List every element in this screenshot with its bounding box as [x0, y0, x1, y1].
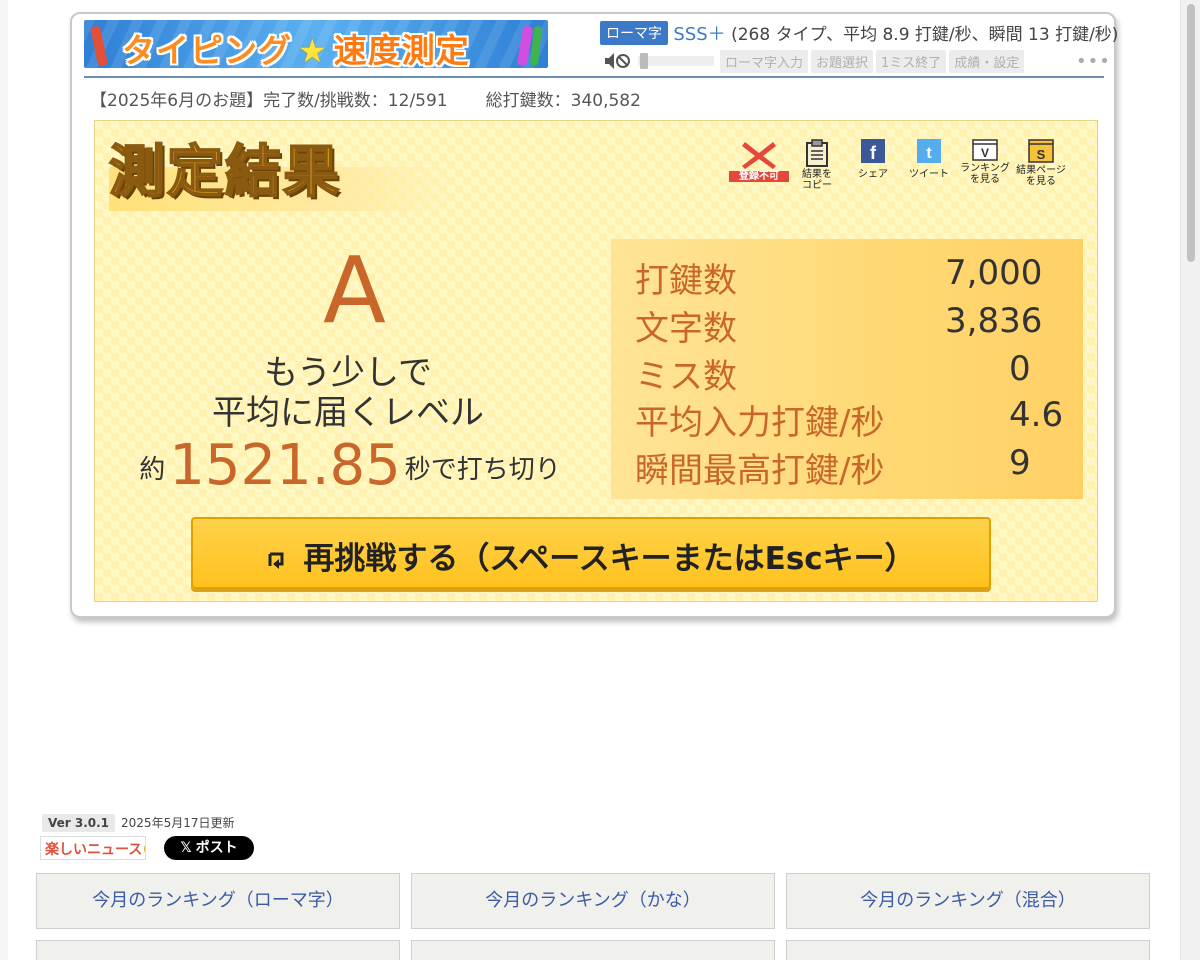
tool-button-topic[interactable]: お題選択: [811, 50, 874, 73]
stat-value: 9: [1009, 443, 1031, 483]
result-page-action[interactable]: S 結果ページ を見る: [1011, 139, 1071, 187]
grade-comment: もう少しで 平均に届くレベル: [155, 353, 541, 433]
retry-button-content: 再挑戦する（スペースキーまたはEscキー）: [193, 533, 989, 578]
ranking-kana-button[interactable]: 今月のランキング（かな）: [411, 873, 775, 929]
stat-value: 0: [1009, 349, 1031, 389]
tool-button-one-miss[interactable]: 1ミス終了: [876, 50, 947, 73]
tweet-action[interactable]: t ツイート: [899, 139, 959, 180]
volume-knob[interactable]: [640, 53, 648, 69]
news-logo-mark-icon: [144, 842, 145, 856]
more-icon[interactable]: •••: [1076, 51, 1111, 72]
banner-title-part1: タイピング: [122, 31, 292, 68]
share-label: シェア: [858, 169, 888, 180]
mode-line: ローマ字 SSS＋ (268 タイプ、平均 8.9 打鍵/秒、瞬間 13 打鍵/…: [600, 20, 1118, 45]
copy-result-label: 結果を コピー: [802, 169, 832, 191]
rank-detail: (268 タイプ、平均 8.9 打鍵/秒、瞬間 13 打鍵/秒): [731, 25, 1119, 45]
cross-icon: [742, 142, 776, 169]
stat-label: ミス数: [635, 357, 737, 397]
version-info: Ver 3.0.1 2025年5月17日更新: [42, 814, 234, 832]
register-disabled-label: 登録不可: [729, 171, 789, 182]
comment-line-2: 平均に届くレベル: [212, 393, 484, 433]
toolbar: ローマ字入力 お題選択 1ミス終了 成績・設定 •••: [604, 50, 1110, 73]
svg-text:f: f: [870, 143, 877, 163]
result-actions: 登録不可 結果を コピー f シェア t ツイート V ランキング を見る S …: [729, 139, 1095, 199]
stat-label: 打鍵数: [635, 261, 737, 301]
ranking-button-row2-3[interactable]: [786, 940, 1150, 960]
stat-row-keystrokes: 打鍵数 7,000: [635, 253, 1075, 301]
svg-text:S: S: [1037, 147, 1046, 162]
banner-title-part2: 速度測定: [333, 31, 470, 68]
post-label: ポスト: [195, 840, 238, 856]
result-page-label: 結果ページ を見る: [1016, 165, 1066, 187]
stat-row-misses: ミス数 0: [635, 349, 1075, 397]
ranking-romaji-button[interactable]: 今月のランキング（ローマ字）: [36, 873, 400, 929]
grade-letter: A: [323, 237, 386, 344]
result-panel: 測定結果 登録不可 結果を コピー f シェア t ツイート V ランキング を…: [94, 120, 1098, 602]
stat-row-average-speed: 平均入力打鍵/秒 4.6: [635, 395, 1075, 443]
result-title: 測定結果: [108, 139, 341, 206]
stat-row-peak-speed: 瞬間最高打鍵/秒 9: [635, 443, 1075, 491]
volume-slider[interactable]: [638, 53, 714, 69]
twitter-icon: t: [917, 139, 941, 163]
news-logo[interactable]: 楽しいニュース: [40, 836, 146, 860]
tool-button-romaji[interactable]: ローマ字入力: [720, 50, 809, 73]
retry-label: 再挑戦する（スペースキーまたはEscキー）: [303, 541, 916, 577]
tweet-label: ツイート: [909, 169, 949, 180]
x-post-button[interactable]: 𝕏 ポスト: [164, 836, 254, 860]
stat-row-characters: 文字数 3,836: [635, 301, 1075, 349]
mode-badge: ローマ字: [600, 21, 668, 45]
svg-text:V: V: [981, 146, 989, 160]
finish-time: 1521.85: [169, 433, 401, 498]
x-logo-icon: 𝕏: [180, 840, 192, 856]
ranking-button-row2-2[interactable]: [411, 940, 775, 960]
stat-value: 3,836: [945, 301, 1043, 341]
updated-date: 2025年5月17日更新: [121, 816, 235, 830]
tool-button-settings[interactable]: 成績・設定: [949, 50, 1025, 73]
stat-label: 文字数: [635, 309, 737, 349]
retry-icon: [268, 552, 284, 569]
monthly-stats: 【2025年6月のお題】完了数/挑戦数：12/591: [90, 91, 448, 111]
clipboard-icon: [806, 139, 828, 167]
stat-value: 4.6: [1009, 395, 1064, 435]
stat-label: 瞬間最高打鍵/秒: [635, 451, 885, 491]
finish-suffix: 秒で打ち切り: [404, 455, 561, 485]
star-icon: ★: [298, 32, 328, 68]
version-badge: Ver 3.0.1: [42, 814, 116, 832]
ranking-action[interactable]: V ランキング を見る: [955, 139, 1015, 185]
register-disabled-action[interactable]: 登録不可: [729, 139, 789, 182]
header-divider: [84, 76, 1104, 78]
total-keystrokes: 総打鍵数：340,582: [485, 91, 641, 111]
ranking-button-row2-1[interactable]: [36, 940, 400, 960]
scrollbar-thumb[interactable]: [1187, 4, 1195, 262]
stat-value: 7,000: [945, 253, 1043, 293]
scrollbar[interactable]: [1180, 0, 1200, 960]
result-stats-box: 打鍵数 7,000 文字数 3,836 ミス数 0 平均入力打鍵/秒 4.6 瞬…: [611, 239, 1083, 499]
facebook-icon: f: [861, 139, 885, 163]
news-logo-text: 楽しいニュース: [45, 842, 143, 858]
app-banner[interactable]: タイピング ★ 速度測定: [84, 20, 548, 68]
result-page-icon: S: [1028, 139, 1054, 163]
rank-label: SSS＋: [673, 24, 726, 45]
svg-text:t: t: [926, 145, 932, 162]
stat-label: 平均入力打鍵/秒: [635, 403, 885, 443]
stats-line: 【2025年6月のお題】完了数/挑戦数：12/591 総打鍵数：340,582: [90, 86, 641, 111]
ranking-label: ランキング を見る: [960, 163, 1010, 185]
banner-title: タイピング ★ 速度測定: [122, 24, 470, 68]
speaker-mute-icon[interactable]: [604, 52, 632, 70]
finish-prefix: 約: [139, 455, 166, 485]
copy-result-action[interactable]: 結果を コピー: [787, 139, 847, 191]
ranking-icon: V: [972, 139, 998, 161]
retry-button[interactable]: 再挑戦する（スペースキーまたはEscキー）: [191, 517, 991, 589]
comment-line-1: もう少しで: [264, 353, 432, 393]
finish-time-line: 約1521.85 秒で打ち切り: [135, 433, 565, 498]
share-action[interactable]: f シェア: [843, 139, 903, 180]
tool-buttons: ローマ字入力 お題選択 1ミス終了 成績・設定: [720, 50, 1027, 73]
typing-card: タイピング ★ 速度測定 ローマ字 SSS＋ (268 タイプ、平均 8.9 打鍵/…: [70, 12, 1118, 618]
ranking-mixed-button[interactable]: 今月のランキング（混合）: [786, 873, 1150, 929]
